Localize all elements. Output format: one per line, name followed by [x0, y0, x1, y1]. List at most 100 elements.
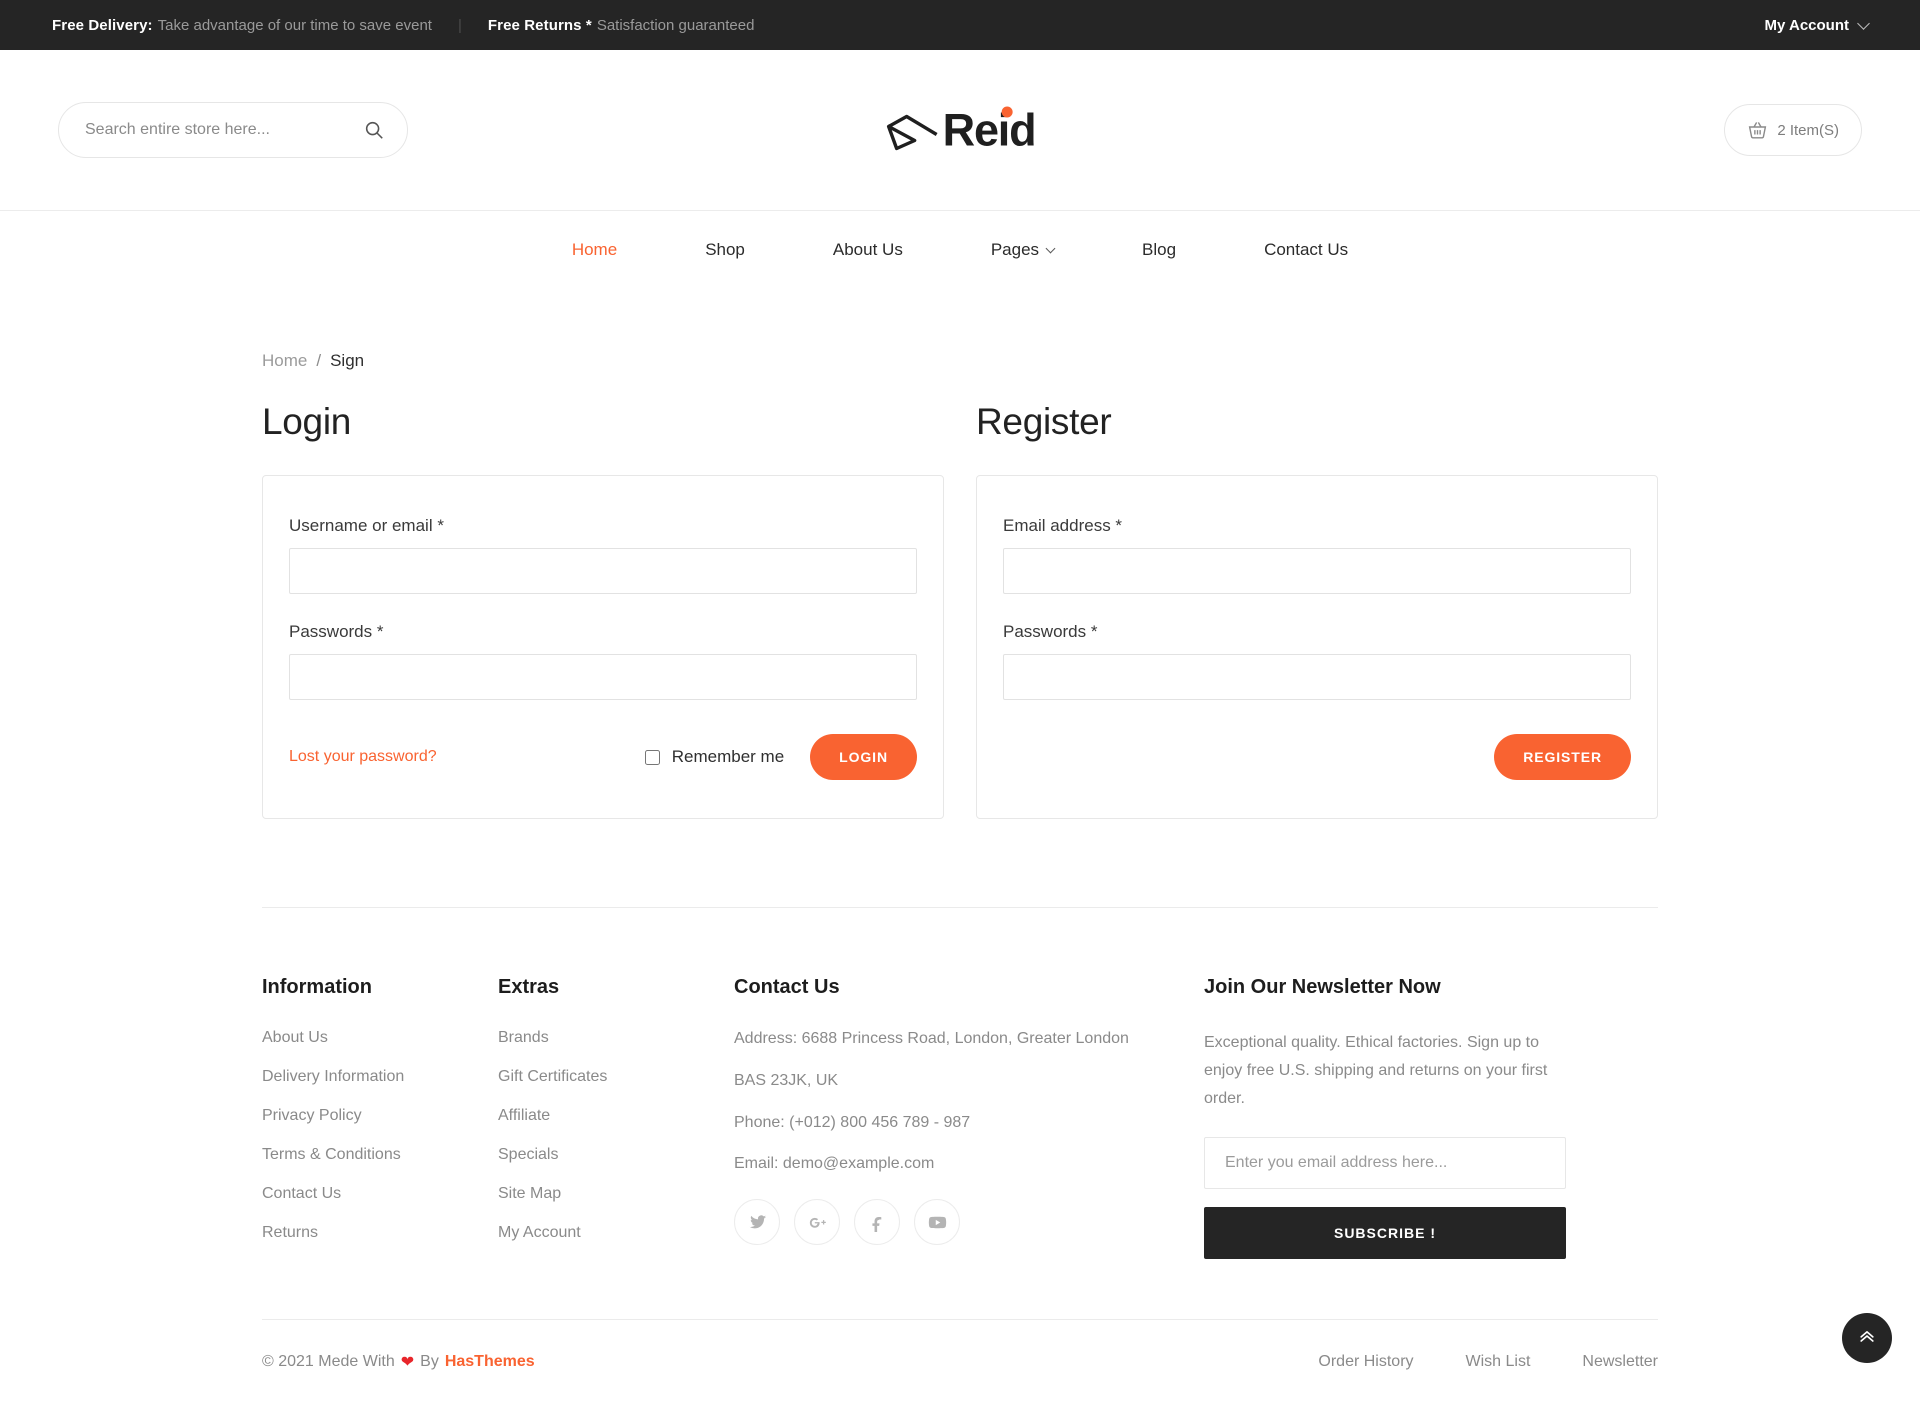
nav-item-contact-us[interactable]: Contact Us — [1220, 240, 1392, 260]
footer-information-column: Information About Us Delivery Informatio… — [262, 976, 498, 1263]
page-container: Home / Sign Login Username or email * Pa… — [262, 289, 1658, 1404]
footer-information-title: Information — [262, 976, 372, 998]
cart-button[interactable]: 2 Item(S) — [1724, 104, 1862, 156]
nav-label-pages: Pages — [990, 240, 1040, 259]
footer-newsletter-column: Join Our Newsletter Now Exceptional qual… — [1204, 976, 1658, 1263]
footer-link-privacy-policy[interactable]: Privacy Policy — [262, 1107, 498, 1125]
nav-item-pages[interactable]: Pages — [947, 240, 1098, 260]
site-header: Reid 2 Item(S) — [0, 50, 1920, 210]
logo-accent-dot-icon — [1001, 106, 1013, 118]
footer-newsletter-title: Join Our Newsletter Now — [1204, 976, 1441, 998]
register-title: Register — [976, 401, 1112, 442]
copyright-mid: By — [420, 1353, 439, 1370]
nav-label-contact-us: Contact Us — [1264, 240, 1349, 259]
username-input[interactable] — [289, 548, 917, 594]
footer-link-about-us[interactable]: About Us — [262, 1029, 498, 1047]
announcement-separator: | — [457, 16, 462, 34]
login-button[interactable]: LOGIN — [810, 734, 917, 780]
remember-me-checkbox[interactable]: Remember me — [644, 747, 785, 767]
footer-link-specials[interactable]: Specials — [498, 1146, 734, 1164]
footer-social-links — [734, 1199, 1204, 1246]
google-plus-icon[interactable] — [794, 1199, 840, 1246]
register-column: Register Email address * Passwords * REG… — [976, 401, 1658, 819]
login-panel: Username or email * Passwords * Lost you… — [262, 475, 944, 819]
cart-count-label: 2 Item(S) — [1777, 121, 1839, 139]
free-returns-text: Satisfaction guaranteed — [596, 16, 755, 34]
footer-contact-column: Contact Us Address: 6688 Princess Road, … — [734, 976, 1204, 1263]
footer-link-brands[interactable]: Brands — [498, 1029, 734, 1047]
footer-extras-title: Extras — [498, 976, 560, 998]
search-box[interactable] — [58, 102, 408, 158]
register-password-input[interactable] — [1003, 654, 1631, 700]
search-icon[interactable] — [363, 119, 385, 141]
nav-item-about-us[interactable]: About Us — [789, 240, 947, 260]
register-password-label: Passwords * — [1003, 622, 1098, 641]
scroll-to-top-button[interactable] — [1842, 1313, 1892, 1363]
footer-link-affiliate[interactable]: Affiliate — [498, 1107, 734, 1125]
nav-item-blog[interactable]: Blog — [1098, 240, 1220, 260]
youtube-icon[interactable] — [914, 1199, 960, 1246]
footer-link-site-map[interactable]: Site Map — [498, 1185, 734, 1203]
site-logo[interactable]: Reid — [885, 104, 1037, 156]
subscribe-button[interactable]: SUBSCRIBE ! — [1204, 1207, 1566, 1259]
footer-link-delivery-information[interactable]: Delivery Information — [262, 1068, 498, 1086]
footer-link-returns[interactable]: Returns — [262, 1224, 498, 1242]
register-button[interactable]: REGISTER — [1494, 734, 1631, 780]
hasthemes-link[interactable]: HasThemes — [445, 1353, 535, 1371]
reid-arrow-logo-icon — [885, 110, 941, 150]
auth-columns: Login Username or email * Passwords * Lo… — [262, 401, 1658, 819]
footer-extras-column: Extras Brands Gift Certificates Affiliat… — [498, 976, 734, 1263]
free-delivery-text: Take advantage of our time to save event — [157, 16, 432, 34]
email-input[interactable] — [1003, 548, 1631, 594]
chevron-down-icon — [1857, 16, 1870, 30]
nav-label-shop: Shop — [705, 240, 745, 259]
remember-me-input[interactable] — [644, 749, 660, 765]
site-footer: Information About Us Delivery Informatio… — [262, 908, 1658, 1263]
nav-label-about-us: About Us — [832, 240, 903, 259]
copyright-text: © 2021 Mede With ❤ By HasThemes — [262, 1352, 535, 1372]
footer-link-order-history[interactable]: Order History — [1318, 1353, 1413, 1371]
main-navigation-wrapper: Home Shop About Us Pages Blog Contact Us — [0, 210, 1920, 289]
twitter-icon[interactable] — [734, 1199, 780, 1246]
footer-email: Email: demo@example.com — [734, 1155, 935, 1173]
footer-bottom-links: Order History Wish List Newsletter — [1318, 1353, 1658, 1371]
footer-link-terms-conditions[interactable]: Terms & Conditions — [262, 1146, 498, 1164]
heart-icon: ❤ — [400, 1354, 415, 1371]
footer-newsletter-text: Exceptional quality. Ethical factories. … — [1204, 1034, 1548, 1107]
username-label: Username or email * — [289, 516, 444, 535]
main-navigation: Home Shop About Us Pages Blog Contact Us — [0, 211, 1920, 289]
login-right-actions: Remember me LOGIN — [644, 734, 917, 780]
chevron-up-icon — [1857, 1326, 1877, 1351]
newsletter-email-input[interactable] — [1204, 1137, 1566, 1189]
search-input[interactable] — [83, 120, 363, 140]
breadcrumb-home[interactable]: Home — [262, 351, 307, 371]
footer-link-gift-certificates[interactable]: Gift Certificates — [498, 1068, 734, 1086]
nav-item-shop[interactable]: Shop — [661, 240, 789, 260]
logo-text: Reid — [942, 104, 1037, 156]
basket-icon — [1747, 120, 1768, 140]
free-delivery-label: Free Delivery: — [52, 16, 153, 34]
breadcrumb-separator: / — [316, 351, 322, 370]
nav-label-blog: Blog — [1142, 240, 1177, 259]
lost-password-link[interactable]: Lost your password? — [289, 748, 437, 766]
my-account-label: My Account — [1764, 16, 1849, 34]
footer-link-my-account[interactable]: My Account — [498, 1224, 734, 1242]
breadcrumb-current: Sign — [330, 351, 365, 370]
login-password-input[interactable] — [289, 654, 917, 700]
footer-contact-title: Contact Us — [734, 976, 840, 998]
register-panel: Email address * Passwords * REGISTER — [976, 475, 1658, 819]
copyright-row: © 2021 Mede With ❤ By HasThemes Order Hi… — [262, 1320, 1658, 1404]
facebook-icon[interactable] — [854, 1199, 900, 1246]
nav-item-home[interactable]: Home — [528, 240, 661, 260]
footer-link-contact-us[interactable]: Contact Us — [262, 1185, 498, 1203]
remember-me-label: Remember me — [671, 747, 785, 766]
login-password-label: Passwords * — [289, 622, 384, 641]
footer-link-newsletter[interactable]: Newsletter — [1582, 1353, 1658, 1371]
top-announcement-bar: Free Delivery: Take advantage of our tim… — [0, 0, 1920, 50]
copyright-prefix: © 2021 Mede With — [262, 1353, 395, 1370]
announcement-messages: Free Delivery: Take advantage of our tim… — [52, 17, 754, 34]
my-account-dropdown[interactable]: My Account — [1764, 16, 1870, 34]
chevron-down-icon — [1045, 243, 1056, 253]
login-title: Login — [262, 401, 352, 442]
footer-link-wish-list[interactable]: Wish List — [1466, 1353, 1531, 1371]
